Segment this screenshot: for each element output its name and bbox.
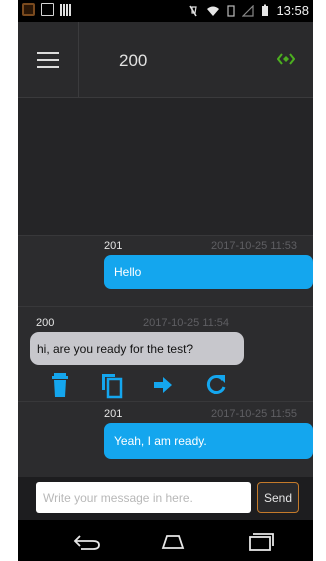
recents-icon[interactable] [244,529,276,553]
menu-button[interactable] [18,22,79,97]
message-sender: 201 [104,240,123,252]
message-timestamp: 2017-10-25 11:55 [211,408,298,420]
outgoing-message-bubble[interactable]: Hello [104,255,313,289]
image-notification-icon [41,3,54,16]
forward-arrow-icon[interactable] [149,371,177,399]
message-row[interactable]: 201 2017-10-25 11:53 Hello [18,236,313,306]
message-row[interactable]: 200 2017-10-25 11:54 hi, are you ready f… [18,307,313,401]
phone-screen: 13:58 200 201 2017-10-25 11:53 Hello 200… [18,0,313,561]
hamburger-menu-icon [37,52,59,54]
message-text: Yeah, I am ready. [114,434,207,448]
message-sender: 201 [104,408,123,420]
status-time: 13:58 [276,3,309,18]
wifi-icon [207,6,220,16]
trash-icon[interactable] [46,371,74,399]
cell-signal-icon [242,4,255,17]
message-list[interactable]: 201 2017-10-25 11:53 Hello 200 2017-10-2… [18,98,313,477]
outgoing-message-bubble[interactable]: Yeah, I am ready. [104,423,313,459]
connection-status-icon[interactable] [277,52,295,66]
incoming-message-bubble[interactable]: hi, are you ready for the test? [30,332,244,365]
copy-icon[interactable] [98,371,126,399]
battery-icon [262,4,269,16]
home-icon[interactable] [157,529,189,553]
mute-icon [189,5,198,16]
message-input[interactable] [36,482,251,513]
send-button[interactable]: Send [257,482,299,513]
back-icon[interactable] [71,529,103,553]
message-text: hi, are you ready for the test? [37,341,194,356]
app-notification-icon [22,3,35,16]
message-timestamp: 2017-10-25 11:53 [211,240,298,252]
sim-icon [227,4,236,17]
chat-title: 200 [119,51,148,70]
message-timestamp: 2017-10-25 11:54 [143,317,230,329]
system-navigation-bar [18,520,313,561]
message-row[interactable]: 201 2017-10-25 11:55 Yeah, I am ready. [18,402,313,477]
message-list-empty-area [18,98,313,235]
refresh-icon[interactable] [202,371,230,399]
message-sender: 200 [36,317,55,329]
chat-header: 200 [18,22,313,98]
barcode-notification-icon [60,3,71,16]
status-bar: 13:58 [18,0,313,22]
message-text: Hello [114,265,142,279]
message-composer: Send [18,477,313,520]
